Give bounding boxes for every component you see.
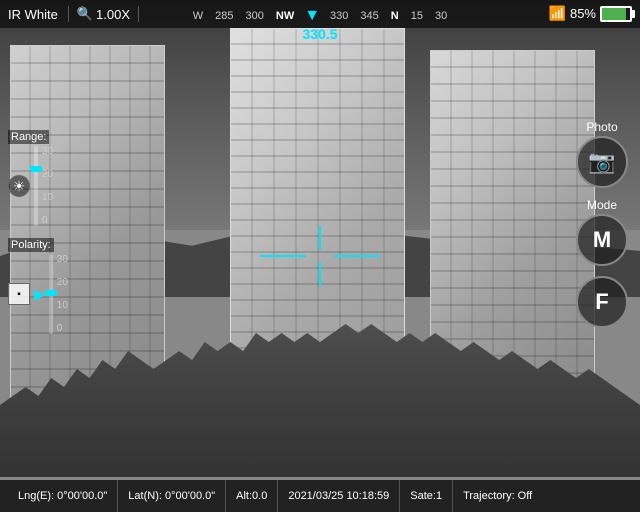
camera-view [0,0,640,512]
building-left [10,45,165,405]
